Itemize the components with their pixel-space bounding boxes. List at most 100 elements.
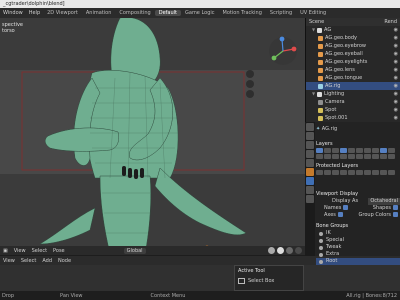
rendered-shading-icon[interactable] — [295, 247, 302, 254]
outliner-row-selected[interactable]: AG.rig ◉ — [306, 82, 400, 90]
editor-type-icon[interactable]: ▣ — [0, 248, 11, 254]
visibility-icon[interactable]: ◉ — [394, 26, 398, 34]
bone-group-item[interactable]: Special — [316, 237, 400, 244]
outliner-row[interactable]: AG.geo.lens ◉ — [306, 66, 400, 74]
hand-pan-icon[interactable] — [246, 80, 254, 88]
tab-scripting[interactable]: Scripting — [266, 10, 296, 16]
3d-viewport[interactable] — [0, 18, 305, 254]
outliner-row-label: AG.geo.lens — [325, 67, 355, 73]
output-tab-icon[interactable] — [306, 141, 314, 149]
armature-data-tab-icon[interactable] — [306, 177, 314, 185]
protected-layers-label: Protected Layers — [316, 163, 359, 169]
render-tab-icon[interactable] — [306, 132, 314, 140]
tab-motion-tracking[interactable]: Motion Tracking — [219, 10, 266, 16]
bone-group-item[interactable]: Extra — [316, 251, 400, 258]
protected-layers-grid[interactable] — [316, 170, 400, 175]
axes-checkbox[interactable] — [337, 212, 343, 217]
outliner-row[interactable]: AG.geo.eyebrow ◉ — [306, 42, 400, 50]
node-node-menu[interactable]: Node — [55, 258, 74, 264]
outliner-row[interactable]: Spot ◉ — [306, 106, 400, 114]
material-shading-icon[interactable] — [286, 247, 293, 254]
bone-group-item[interactable]: Tweak — [316, 244, 400, 251]
solid-shading-icon[interactable] — [277, 247, 284, 254]
outliner-row[interactable]: ▼ AG ◉ — [306, 26, 400, 34]
mesh-icon — [318, 59, 323, 65]
visibility-icon[interactable]: ◉ — [394, 106, 398, 114]
tab-game-logic[interactable]: Game Logic — [181, 10, 219, 16]
bone-tab-icon[interactable] — [306, 186, 314, 194]
status-left: Drop — [2, 292, 15, 299]
armature-icon: ✦ — [316, 126, 321, 132]
outliner-row[interactable]: AG.geo.eyeball ◉ — [306, 50, 400, 58]
outliner-row-label: AG — [324, 27, 332, 33]
outliner-row[interactable]: ▼ Lighting ◉ — [306, 90, 400, 98]
bone-group-item[interactable]: IK — [316, 230, 400, 237]
render-layer-label: Rend — [384, 19, 397, 25]
visibility-icon[interactable]: ◉ — [394, 90, 398, 98]
visibility-icon[interactable]: ◉ — [394, 98, 398, 106]
outliner-row[interactable]: AG.geo.body ◉ — [306, 34, 400, 42]
node-view-menu[interactable]: View — [0, 258, 18, 264]
viewport-select-menu[interactable]: Select — [29, 248, 50, 254]
viewport-view-menu[interactable]: View — [11, 248, 29, 254]
active-tool-panel: Active Tool Select Box — [234, 265, 304, 291]
navigation-gizmo[interactable] — [268, 36, 298, 66]
scene-label: Scene — [309, 19, 325, 25]
bone-group-item-selected[interactable]: Root — [316, 258, 400, 265]
tab-uv-editing[interactable]: UV Editing — [296, 10, 330, 16]
tab-compositing[interactable]: Compositing — [115, 10, 154, 16]
visibility-icon[interactable]: ◉ — [394, 114, 398, 122]
tab-default[interactable]: Default — [154, 10, 181, 16]
tab-animation[interactable]: Animation — [82, 10, 116, 16]
display-as-dropdown[interactable]: Octahedral — [368, 198, 400, 205]
node-editor-area[interactable] — [0, 265, 400, 291]
mesh-icon — [318, 75, 323, 81]
visibility-icon[interactable]: ◉ — [394, 74, 398, 82]
outliner-row[interactable]: AG.geo.eyelights ◉ — [306, 58, 400, 66]
camera-view-icon[interactable] — [246, 90, 254, 98]
bone-groups-header[interactable]: Bone Groups — [316, 222, 400, 230]
constraint-tab-icon[interactable] — [306, 195, 314, 203]
object-tab-icon[interactable] — [306, 168, 314, 176]
node-add-menu[interactable]: Add — [39, 258, 55, 264]
names-checkbox[interactable] — [343, 205, 349, 210]
outliner-row[interactable]: AG.geo.tongue ◉ — [306, 74, 400, 82]
outliner-row[interactable]: Camera ◉ — [306, 98, 400, 106]
group-colors-checkbox[interactable] — [393, 212, 398, 217]
viewport-pose-menu[interactable]: Pose — [50, 248, 68, 254]
bone-group-label: Root — [326, 258, 338, 264]
menu-window[interactable]: Window — [0, 10, 26, 16]
visibility-icon[interactable]: ◉ — [394, 82, 398, 90]
scene-tab-icon[interactable] — [306, 150, 314, 158]
names-label: Names — [324, 205, 342, 211]
visibility-icon[interactable]: ◉ — [394, 34, 398, 42]
breadcrumb-label: AG.rig — [321, 126, 338, 132]
select-box-icon[interactable] — [238, 278, 245, 284]
bone-group-icon — [319, 259, 323, 264]
menu-help[interactable]: Help — [26, 10, 43, 16]
viewport-display-header[interactable]: Viewport Display — [316, 190, 400, 198]
mesh-icon — [318, 67, 323, 73]
outliner-row-label: Camera — [325, 99, 345, 105]
zoom-icon[interactable] — [246, 70, 254, 78]
shapes-checkbox[interactable] — [393, 205, 398, 210]
tool-tab-icon[interactable] — [306, 123, 314, 131]
visibility-icon[interactable]: ◉ — [394, 50, 398, 58]
active-tool-title: Active Tool — [238, 268, 265, 274]
wireframe-shading-icon[interactable] — [268, 247, 275, 254]
visibility-icon[interactable]: ◉ — [394, 42, 398, 50]
properties-breadcrumb: ✦ AG.rig — [316, 126, 400, 132]
visibility-icon[interactable]: ◉ — [394, 66, 398, 74]
status-middle: Pan View — [60, 292, 83, 299]
visibility-icon[interactable]: ◉ — [394, 58, 398, 66]
active-tool-item[interactable]: Select Box — [248, 278, 274, 284]
outliner-row[interactable]: Spot.001 ◉ — [306, 114, 400, 122]
window-title: _cgtrader\dolphin\blend] — [0, 0, 400, 8]
orientation-dropdown[interactable]: Global — [123, 247, 146, 254]
outliner: Scene Rend ▼ AG ◉ AG.geo.body ◉ AG.geo.e… — [305, 18, 400, 122]
viewport-display-section: Viewport Display Display As Octahedral N… — [316, 190, 400, 219]
layers-grid[interactable] — [316, 148, 400, 159]
tab-2d-viewport[interactable]: 2D Viewport — [43, 10, 82, 16]
node-select-menu[interactable]: Select — [18, 258, 39, 264]
world-tab-icon[interactable] — [306, 159, 314, 167]
